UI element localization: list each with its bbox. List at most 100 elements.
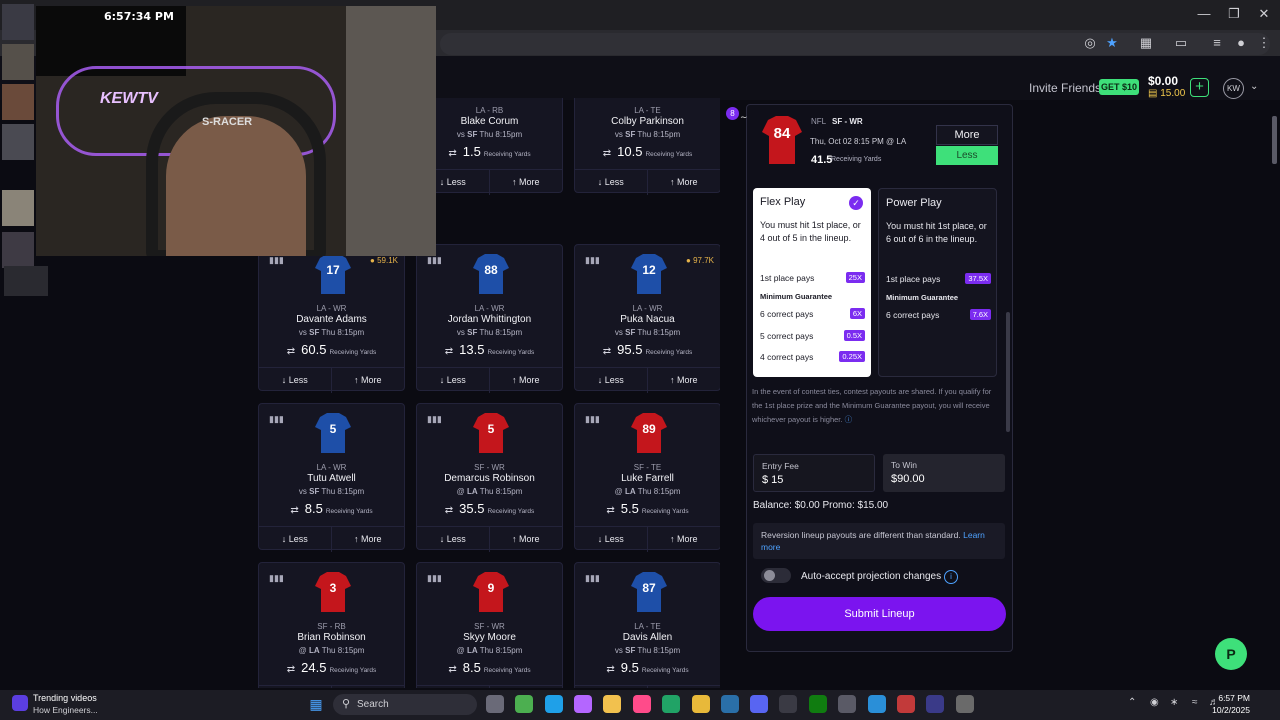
stats-icon[interactable]: ▮▮▮	[269, 255, 284, 266]
taskbar-date[interactable]: 10/2/2025	[1200, 705, 1250, 715]
task-view-icon[interactable]	[486, 695, 504, 713]
flex-play-option[interactable]: Flex Play ✓ You must hit 1st place, or 4…	[753, 188, 871, 377]
swap-icon[interactable]: ⇄	[287, 664, 295, 675]
close-icon[interactable]: ✕	[1250, 6, 1278, 22]
trending-title[interactable]: Trending videos	[33, 693, 97, 703]
taskbar-search[interactable]	[333, 694, 477, 715]
minecraft-icon[interactable]	[515, 695, 533, 713]
player-card[interactable]: ▮▮▮ 87 LA - TE Davis Allen vs SF Thu 8:15pm ⇄…	[574, 562, 720, 688]
player-card[interactable]: ▮▮▮ 9 SF - WR Skyy Moore @ LA Thu 8:15pm ⇄ 8.5…	[416, 562, 563, 688]
copilot-icon[interactable]	[574, 695, 592, 713]
trending-subtitle[interactable]: How Engineers...	[33, 705, 98, 715]
swap-icon[interactable]: ⇄	[603, 148, 611, 159]
invite-friends-link[interactable]: Invite Friends	[1029, 81, 1101, 95]
stats-icon[interactable]: ▮▮▮	[585, 255, 600, 266]
more-button[interactable]: ↑ More	[648, 686, 721, 688]
player-card[interactable]: ▮▮▮ 88 LA - WR Jordan Whittington vs SF Thu …	[416, 244, 563, 393]
info-icon[interactable]: i	[944, 570, 958, 584]
browser-icon[interactable]	[897, 695, 915, 713]
more-button[interactable]: ↑ More	[332, 527, 405, 552]
profile-icon[interactable]: ●	[1233, 35, 1249, 51]
photos-icon[interactable]	[868, 695, 886, 713]
player-card[interactable]: ▮▮▮ ● 97.7K 12 LA - WR Puka Nacua vs SF Thu 8…	[574, 244, 721, 393]
less-button[interactable]: ↓ Less	[259, 686, 332, 688]
stats-icon[interactable]: ▮▮▮	[269, 573, 284, 584]
less-button[interactable]: ↓ Less	[575, 170, 648, 195]
more-button[interactable]: ↑ More	[490, 170, 563, 195]
less-button[interactable]: ↓ Less	[417, 686, 490, 688]
less-button[interactable]: ↓ Less	[575, 368, 648, 393]
browser-menu-icon[interactable]: ⋮	[1256, 35, 1272, 51]
swap-icon[interactable]: ⇄	[606, 664, 614, 675]
gaming-icon[interactable]	[779, 695, 797, 713]
spreadsheet-icon[interactable]	[662, 695, 680, 713]
steam-icon[interactable]	[721, 695, 739, 713]
chevron-down-icon[interactable]: ⌄	[1250, 81, 1258, 92]
stats-icon[interactable]: ▮▮▮	[427, 255, 442, 266]
player-card[interactable]: ▮▮▮ ● 59.1K 17 LA - WR Davante Adams vs SF Th…	[258, 244, 405, 393]
location-icon[interactable]: ◎	[1082, 35, 1098, 51]
media-icon[interactable]: ≡	[1209, 35, 1225, 51]
player-card[interactable]: ▮▮▮ 89 SF - TE Luke Farrell @ LA Thu 8:15pm ⇄…	[574, 403, 721, 552]
stats-icon[interactable]: ▮▮▮	[427, 573, 442, 584]
more-button[interactable]: ↑ More	[490, 527, 563, 552]
swap-icon[interactable]: ⇄	[603, 346, 611, 357]
more-button[interactable]: ↑ More	[648, 368, 721, 393]
more-button[interactable]: ↑ More	[490, 686, 563, 688]
selected-less-button[interactable]: Less	[936, 146, 998, 165]
stats-icon[interactable]: ▮▮▮	[585, 573, 600, 584]
itunes-icon[interactable]	[633, 695, 651, 713]
player-card[interactable]: ▮▮▮ 3 SF - RB Brian Robinson @ LA Thu 8:15pm…	[258, 562, 405, 688]
submit-lineup-button[interactable]: Submit Lineup	[753, 597, 1006, 631]
maximize-icon[interactable]: ❐	[1220, 6, 1248, 22]
swap-icon[interactable]: ⇄	[287, 346, 295, 357]
less-button[interactable]: ↓ Less	[259, 368, 332, 393]
selected-more-button[interactable]: More	[936, 125, 998, 145]
player-card[interactable]: ▮▮▮84LA - TEColby Parkinsonvs SF Thu 8:1…	[574, 98, 721, 195]
more-button[interactable]: ↑ More	[332, 686, 405, 688]
stats-icon[interactable]: ▮▮▮	[269, 414, 284, 425]
network-icon[interactable]: ◉	[1150, 697, 1159, 708]
less-button[interactable]: ↓ Less	[575, 686, 648, 688]
discord-icon[interactable]	[750, 695, 768, 713]
more-button[interactable]: ↑ More	[332, 368, 405, 393]
extensions-icon[interactable]: ▦	[1138, 35, 1154, 51]
get-bonus-badge[interactable]: GET $10	[1099, 79, 1139, 95]
avatar[interactable]: KW	[1223, 78, 1244, 99]
auto-accept-toggle[interactable]	[761, 568, 791, 583]
cast-icon[interactable]: ▭	[1173, 35, 1189, 51]
bookmark-star-icon[interactable]: ★	[1104, 35, 1120, 51]
less-button[interactable]: ↓ Less	[575, 527, 648, 552]
panel-scrollbar[interactable]	[1006, 312, 1010, 432]
more-button[interactable]: ↑ More	[490, 368, 563, 393]
wifi-icon[interactable]: ≈	[1192, 697, 1198, 708]
less-button[interactable]: ↓ Less	[417, 368, 490, 393]
swap-icon[interactable]: ⇄	[445, 505, 453, 516]
less-button[interactable]: ↓ Less	[417, 527, 490, 552]
page-scrollbar[interactable]	[1272, 116, 1277, 164]
more-button[interactable]: ↑ More	[648, 527, 721, 552]
swap-icon[interactable]: ⇄	[290, 505, 298, 516]
taskbar-clock[interactable]: 6:57 PM	[1210, 693, 1250, 703]
more-button[interactable]: ↑ More	[648, 170, 721, 195]
player-icon[interactable]	[926, 695, 944, 713]
chrome-icon[interactable]	[692, 695, 710, 713]
player-card[interactable]: ▮▮▮ 5 LA - WR Tutu Atwell vs SF Thu 8:15pm ⇄ 8…	[258, 403, 405, 552]
bluetooth-icon[interactable]: ∗	[1170, 697, 1178, 708]
add-funds-button[interactable]: +	[1190, 78, 1209, 97]
player-card[interactable]: ▮▮▮ 5 SF - WR Demarcus Robinson @ LA Thu 8:1…	[416, 403, 563, 552]
swap-icon[interactable]: ⇄	[606, 505, 614, 516]
stats-icon[interactable]: ▮▮▮	[427, 414, 442, 425]
file-explorer-icon[interactable]	[603, 695, 621, 713]
app-icon[interactable]	[956, 695, 974, 713]
edge-icon[interactable]	[545, 695, 563, 713]
xbox-icon[interactable]	[809, 695, 827, 713]
stats-icon[interactable]: ▮▮▮	[585, 414, 600, 425]
info-icon[interactable]: ⓘ	[845, 415, 853, 424]
trending-icon[interactable]	[12, 695, 28, 711]
settings-icon[interactable]	[838, 695, 856, 713]
minimize-icon[interactable]: —	[1190, 6, 1218, 21]
chevron-up-icon[interactable]: ⌃	[1128, 697, 1136, 708]
less-button[interactable]: ↓ Less	[259, 527, 332, 552]
entry-fee-field[interactable]: Entry Fee $ 15	[753, 454, 875, 492]
